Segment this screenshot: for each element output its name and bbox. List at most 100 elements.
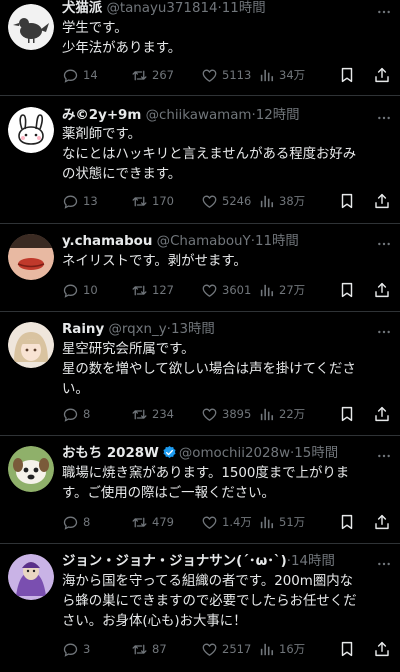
- reply-icon: [62, 193, 79, 210]
- views-button[interactable]: 51万: [258, 512, 305, 532]
- tweet[interactable]: y.chamabou @ChamabouY·11時間 ネイリストです。剥がせます…: [0, 224, 400, 312]
- like-icon: [201, 514, 218, 531]
- more-icon[interactable]: [376, 444, 392, 464]
- more-icon[interactable]: [376, 232, 392, 252]
- more-icon[interactable]: [376, 106, 392, 126]
- tweet[interactable]: Rainy @rqxn_y·13時間 星空研究会所属です。 星の数を増やして欲し…: [0, 312, 400, 436]
- views-icon: [258, 67, 275, 84]
- reply-icon: [62, 641, 79, 658]
- like-button[interactable]: 5113: [201, 65, 251, 85]
- handle[interactable]: @rqxn_y: [108, 322, 166, 337]
- reply-button[interactable]: 13: [62, 191, 98, 211]
- share-icon[interactable]: [373, 66, 391, 84]
- display-name[interactable]: y.chamabou: [62, 234, 152, 249]
- reply-icon: [62, 282, 79, 299]
- bookmark-icon[interactable]: [338, 192, 356, 210]
- retweet-button[interactable]: 267: [131, 65, 174, 85]
- reply-button[interactable]: 14: [62, 65, 98, 85]
- timestamp[interactable]: 11時間: [222, 1, 266, 16]
- views-icon: [258, 641, 275, 658]
- retweet-icon: [131, 67, 148, 84]
- avatar[interactable]: [8, 322, 54, 368]
- share-icon[interactable]: [373, 192, 391, 210]
- retweet-button[interactable]: 127: [131, 280, 174, 300]
- retweet-count: 267: [152, 68, 174, 82]
- reply-button[interactable]: 8: [62, 512, 90, 532]
- like-button[interactable]: 2517: [201, 639, 251, 659]
- bookmark-icon[interactable]: [338, 513, 356, 531]
- handle[interactable]: @ChamabouY: [157, 234, 251, 249]
- timestamp[interactable]: 15時間: [294, 446, 338, 461]
- avatar[interactable]: [8, 4, 54, 50]
- share-icon[interactable]: [373, 640, 391, 658]
- more-icon[interactable]: [376, 0, 392, 20]
- views-button[interactable]: 22万: [258, 404, 305, 424]
- display-name[interactable]: 犬猫派: [62, 1, 102, 16]
- like-icon: [201, 282, 218, 299]
- retweet-button[interactable]: 87: [131, 639, 167, 659]
- display-name[interactable]: ジョン・ジョナ・ジョナサン(´･ω･`): [62, 554, 287, 569]
- share-icon[interactable]: [373, 513, 391, 531]
- like-button[interactable]: 5246: [201, 191, 251, 211]
- action-bar: 10 127 3601 27万: [0, 280, 400, 300]
- retweet-button[interactable]: 479: [131, 512, 174, 532]
- tweet-text-line: さい。お身体(心も)お大事に！: [62, 614, 247, 629]
- tweet-header: おもち 2028W @omochii2028w·15時間: [62, 445, 339, 461]
- like-button[interactable]: 1.4万: [201, 512, 252, 532]
- views-icon: [258, 282, 275, 299]
- share-icon[interactable]: [373, 281, 391, 299]
- views-icon: [258, 406, 275, 423]
- tweet-text: 薬剤師です。 なにとはハッキリと言えませんがある程度お好み の状態にできます。: [62, 125, 392, 185]
- retweet-button[interactable]: 234: [131, 404, 174, 424]
- views-icon: [258, 514, 275, 531]
- action-bar: 3 87 2517 16万: [0, 639, 400, 659]
- reply-button[interactable]: 3: [62, 639, 90, 659]
- timestamp[interactable]: 13時間: [171, 322, 215, 337]
- retweet-button[interactable]: 170: [131, 191, 174, 211]
- timestamp[interactable]: 11時間: [255, 234, 299, 249]
- retweet-icon: [131, 406, 148, 423]
- reply-icon: [62, 406, 79, 423]
- display-name[interactable]: Rainy: [62, 322, 104, 337]
- retweet-count: 127: [152, 283, 174, 297]
- tweet-header: 犬猫派 @tanayu371814·11時間: [62, 1, 266, 16]
- reply-count: 14: [83, 68, 98, 82]
- bookmark-icon[interactable]: [338, 66, 356, 84]
- tweet[interactable]: み©2y+9m @chiikawamam·12時間 薬剤師です。 なにとはハッキ…: [0, 96, 400, 224]
- tweet-text-line: の状態にできます。: [62, 167, 182, 182]
- display-name[interactable]: おもち 2028W: [62, 446, 159, 461]
- timestamp[interactable]: 14時間: [291, 554, 335, 569]
- views-button[interactable]: 34万: [258, 65, 305, 85]
- bookmark-icon[interactable]: [338, 405, 356, 423]
- tweet-text-line: い。: [62, 382, 89, 397]
- tweet[interactable]: 犬猫派 @tanayu371814·11時間 学生です。 少年法があります。 1…: [0, 0, 400, 96]
- like-button[interactable]: 3895: [201, 404, 251, 424]
- bookmark-icon[interactable]: [338, 640, 356, 658]
- display-name[interactable]: み©2y+9m: [62, 108, 141, 123]
- tweet-text-line: 少年法があります。: [62, 41, 182, 56]
- more-icon[interactable]: [376, 552, 392, 572]
- like-button[interactable]: 3601: [201, 280, 251, 300]
- tweet-text: 海から国を守ってる組織の者です。200m圏内な ら蜂の巣にできますので必要でした…: [62, 572, 392, 632]
- avatar[interactable]: [8, 554, 54, 600]
- avatar[interactable]: [8, 234, 54, 280]
- views-button[interactable]: 38万: [258, 191, 305, 211]
- views-count: 38万: [279, 194, 306, 208]
- handle[interactable]: @chiikawamam: [146, 108, 252, 123]
- avatar[interactable]: [8, 446, 54, 492]
- reply-button[interactable]: 10: [62, 280, 98, 300]
- reply-button[interactable]: 8: [62, 404, 90, 424]
- share-icon[interactable]: [373, 405, 391, 423]
- views-count: 27万: [279, 283, 306, 297]
- handle[interactable]: @omochii2028w: [179, 446, 290, 461]
- tweet[interactable]: おもち 2028W @omochii2028w·15時間 職場に焼き窯があります。…: [0, 436, 400, 544]
- verified-badge-icon: [163, 445, 176, 458]
- avatar[interactable]: [8, 107, 54, 153]
- bookmark-icon[interactable]: [338, 281, 356, 299]
- tweet[interactable]: ジョン・ジョナ・ジョナサン(´･ω･`)·14時間 海から国を守ってる組織の者で…: [0, 544, 400, 672]
- views-button[interactable]: 27万: [258, 280, 305, 300]
- more-icon[interactable]: [376, 320, 392, 340]
- views-button[interactable]: 16万: [258, 639, 305, 659]
- handle[interactable]: @tanayu371814: [106, 1, 217, 16]
- timestamp[interactable]: 12時間: [256, 108, 300, 123]
